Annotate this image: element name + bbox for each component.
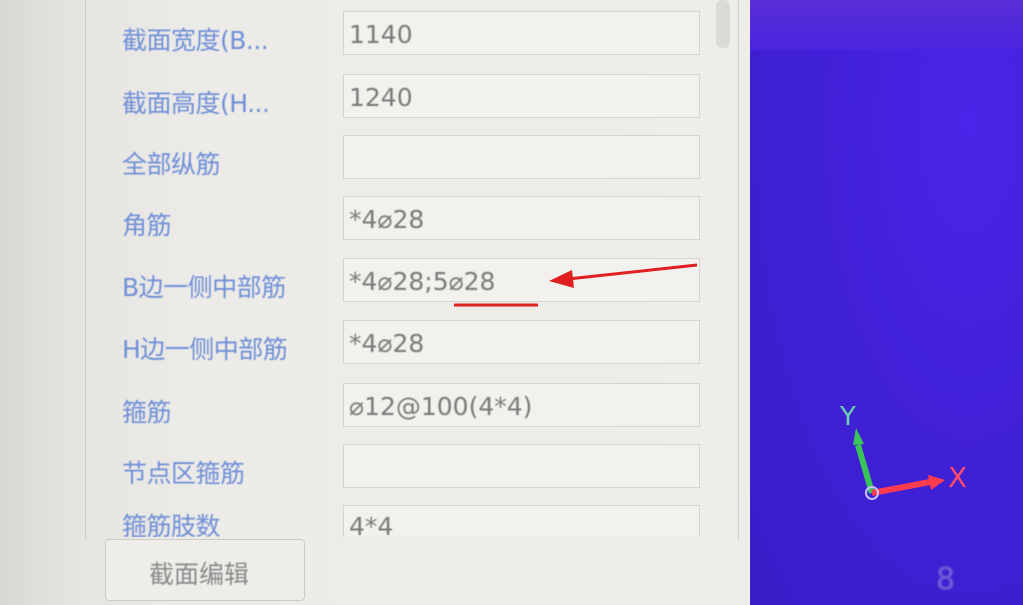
property-panel: 截面宽度(B... 1140 截面高度(H... 1240 全部纵筋 角筋 *4… <box>0 0 750 605</box>
grid-edge <box>738 0 739 540</box>
property-value: ⌀12@100(4*4) <box>349 392 533 421</box>
page-number: 8 <box>936 562 956 597</box>
property-row-b-side-middle-bars[interactable]: B边一侧中部筋 *4⌀28;5⌀28 <box>100 256 710 308</box>
property-value-field[interactable] <box>343 135 700 179</box>
property-label: 箍筋肢数 <box>122 512 221 537</box>
section-edit-button-label: 截面编辑 <box>149 560 250 589</box>
property-value-field[interactable] <box>343 444 700 488</box>
x-axis-line <box>871 479 931 496</box>
property-label: 全部纵筋 <box>122 150 221 179</box>
property-row-section-width[interactable]: 截面宽度(B... 1140 <box>100 9 710 61</box>
property-row-h-side-middle-bars[interactable]: H边一侧中部筋 *4⌀28 <box>100 318 710 370</box>
property-label: 箍筋 <box>122 398 172 427</box>
property-value: *4⌀28 <box>349 329 425 358</box>
property-label: 节点区箍筋 <box>122 459 245 488</box>
property-label: 截面高度(H... <box>122 89 270 118</box>
property-value-field[interactable]: 1140 <box>343 11 700 55</box>
property-label: H边一侧中部筋 <box>122 335 288 364</box>
property-row-joint-stirrups[interactable]: 节点区箍筋 <box>100 442 710 494</box>
y-axis-label: Y <box>839 402 856 432</box>
property-label: 角筋 <box>122 211 172 240</box>
scrollbar[interactable] <box>716 0 730 48</box>
property-value: 4*4 <box>349 512 394 537</box>
property-label: B边一侧中部筋 <box>122 273 286 302</box>
property-row-corner-bars[interactable]: 角筋 *4⌀28 <box>100 194 710 246</box>
property-value-field[interactable]: 1240 <box>343 74 700 118</box>
property-value: 1140 <box>349 20 413 49</box>
property-value-field[interactable]: *4⌀28 <box>343 196 700 240</box>
section-edit-button[interactable]: 截面编辑 <box>105 539 305 601</box>
property-value-field[interactable]: ⌀12@100(4*4) <box>343 383 700 427</box>
property-value-field[interactable]: *4⌀28 <box>343 320 700 364</box>
property-value: 1240 <box>349 83 413 112</box>
property-value-field[interactable]: 4*4 <box>343 505 700 537</box>
property-label: 截面宽度(B... <box>122 26 269 55</box>
3d-viewport[interactable]: Y X 8 <box>750 0 1023 605</box>
property-value: *4⌀28 <box>349 205 425 234</box>
property-row-stirrups[interactable]: 箍筋 ⌀12@100(4*4) <box>100 381 710 433</box>
property-value: *4⌀28;5⌀28 <box>349 267 496 296</box>
property-value-field[interactable]: *4⌀28;5⌀28 <box>343 258 700 302</box>
property-row-section-height[interactable]: 截面高度(H... 1240 <box>100 72 710 124</box>
property-row-all-longitudinal-bars[interactable]: 全部纵筋 <box>100 133 710 185</box>
property-row-stirrup-legs[interactable]: 箍筋肢数 4*4 <box>100 503 710 537</box>
axis-gizmo: Y X <box>839 402 967 500</box>
panel-divider <box>85 0 86 540</box>
x-axis-arrow <box>928 475 945 490</box>
y-axis-line <box>855 444 875 494</box>
x-axis-label: X <box>948 461 967 494</box>
